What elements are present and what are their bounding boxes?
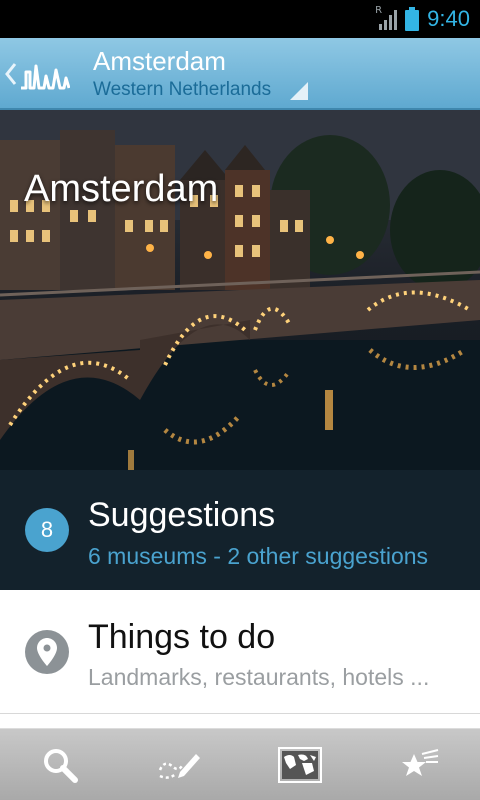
back-chevron-icon[interactable]	[4, 56, 18, 92]
suggestions-subtitle: 6 museums - 2 other suggestions	[88, 543, 429, 569]
nav-favorites-button[interactable]	[360, 729, 480, 800]
status-icons: R 9:40	[375, 5, 470, 33]
list-continuation	[0, 714, 480, 728]
things-to-do-row[interactable]: Things to do Landmarks, restaurants, hot…	[0, 590, 480, 714]
battery-icon	[405, 7, 420, 31]
dropdown-triangle-icon[interactable]	[290, 82, 308, 100]
suggestion-count-badge: 8	[25, 508, 69, 552]
status-time: 9:40	[427, 6, 470, 31]
nav-itinerary-button[interactable]	[120, 729, 240, 800]
hero-image[interactable]: Amsterdam	[0, 110, 480, 470]
pencil-route-icon	[158, 754, 200, 779]
nav-map-button[interactable]	[240, 729, 360, 800]
world-map-icon	[278, 747, 322, 783]
status-bar: R 9:40	[0, 0, 480, 38]
search-icon	[44, 749, 78, 783]
star-favorites-icon	[402, 749, 439, 776]
city-skyline-logo-icon[interactable]	[20, 58, 70, 92]
things-to-do-title: Things to do	[88, 618, 276, 656]
bottom-navigation	[0, 728, 480, 800]
canal-bridge-illustration	[0, 110, 480, 470]
things-to-do-subtitle: Landmarks, restaurants, hotels ...	[88, 664, 430, 690]
suggestions-title: Suggestions	[88, 496, 276, 534]
signal-icon: R	[375, 5, 398, 30]
action-bar-title[interactable]: Amsterdam	[93, 46, 226, 77]
action-bar-subtitle[interactable]: Western Netherlands	[93, 79, 271, 101]
map-pin-icon	[25, 630, 69, 674]
suggestions-row[interactable]: 8 Suggestions 6 museums - 2 other sugges…	[0, 470, 480, 590]
nav-search-button[interactable]	[0, 729, 120, 800]
action-bar: Amsterdam Western Netherlands	[0, 38, 480, 110]
hero-title: Amsterdam	[24, 168, 219, 210]
